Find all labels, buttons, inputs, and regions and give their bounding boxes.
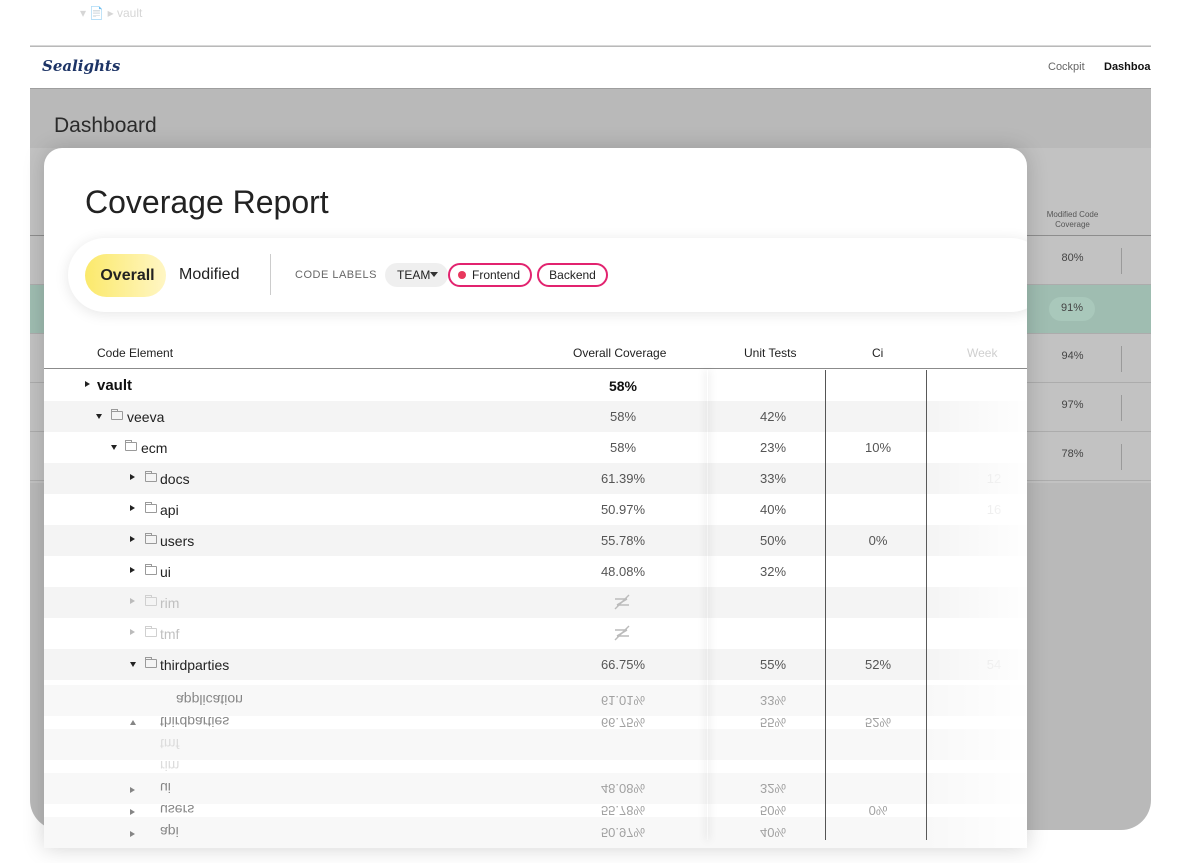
team-dropdown-label: TEAM [397, 268, 431, 282]
right-fade-overlay [924, 370, 1027, 848]
table-row-thirdparties[interactable]: thirdparties 66.75% 55% 52% 54 [44, 649, 1027, 680]
folder-icon [111, 409, 123, 420]
ghost-breadcrumb: ▾ 📄 ▸ vault [80, 6, 143, 20]
coverage-report-card: Coverage Report Overall Modified CODE LA… [44, 148, 1027, 848]
folder-icon [145, 657, 157, 668]
no-coverage-icon [614, 594, 630, 610]
table-row-tmf[interactable]: tmf [44, 618, 1027, 649]
sealights-logo[interactable]: Sealights [42, 57, 120, 75]
table-reflection: api 50.97% 40% users 55.78% 50% 0% ui 48… [44, 677, 1027, 848]
column-separator [825, 370, 826, 840]
expand-arrow-icon[interactable] [130, 567, 135, 573]
folder-icon [145, 595, 157, 606]
collapse-arrow-icon[interactable] [96, 414, 102, 419]
folder-icon [145, 533, 157, 544]
table-row-ecm[interactable]: ecm 58% 23% 10% [44, 432, 1027, 463]
top-faded-bar: ▾ 📄 ▸ vault [30, 0, 1151, 46]
folder-icon [145, 471, 157, 482]
nav-dashboard[interactable]: Dashboard [1104, 61, 1151, 73]
table-row-users[interactable]: users 55.78% 50% 0% [44, 525, 1027, 556]
col-header-overall-coverage[interactable]: Overall Coverage [573, 346, 666, 360]
table-row-api[interactable]: api 50.97% 40% 16 [44, 494, 1027, 525]
overall-toggle[interactable]: Overall [85, 254, 166, 297]
expand-arrow-icon[interactable] [130, 536, 135, 542]
team-dropdown[interactable]: TEAM [385, 263, 448, 287]
caret-down-icon [430, 272, 438, 277]
col-header-week[interactable]: Week [967, 346, 997, 360]
page-title: Dashboard [54, 114, 157, 137]
folder-icon [125, 440, 137, 451]
table-row-ui[interactable]: ui 48.08% 32% [44, 556, 1027, 587]
expand-arrow-icon[interactable] [130, 598, 135, 604]
top-navbar: Sealights Cockpit Dashboard [30, 47, 1151, 89]
backend-chip-label: Backend [549, 268, 596, 282]
expand-arrow-icon[interactable] [85, 381, 90, 387]
modified-coverage-header: Modified Code Coverage [1046, 210, 1099, 229]
reflected-row: application 61.01% 33% [44, 685, 1027, 716]
filter-bar: Overall Modified CODE LABELS TEAM Fronte… [68, 238, 1027, 312]
header-divider [44, 368, 1027, 369]
collapse-arrow-icon[interactable] [111, 445, 117, 450]
table-row-veeva[interactable]: veeva 58% 42% [44, 401, 1027, 432]
collapse-arrow-icon[interactable] [130, 662, 136, 667]
col-header-unit-tests[interactable]: Unit Tests [744, 346, 796, 360]
frontend-chip[interactable]: Frontend [448, 263, 532, 287]
col-header-code-element[interactable]: Code Element [97, 346, 173, 360]
backend-chip[interactable]: Backend [537, 263, 608, 287]
status-dot-icon [458, 271, 466, 279]
table-row-rim[interactable]: rim [44, 587, 1027, 618]
nav-cockpit[interactable]: Cockpit [1048, 61, 1085, 73]
folder-icon [145, 564, 157, 575]
expand-arrow-icon[interactable] [130, 474, 135, 480]
table-row-docs[interactable]: docs 61.39% 33% 12 [44, 463, 1027, 494]
expand-arrow-icon[interactable] [130, 505, 135, 511]
table-row-vault[interactable]: vault 58% [44, 370, 1027, 401]
frozen-column-shadow [707, 370, 708, 840]
report-title: Coverage Report [85, 184, 329, 220]
no-coverage-icon [614, 625, 630, 641]
col-header-ci[interactable]: Ci [872, 346, 883, 360]
folder-icon [145, 502, 157, 513]
modified-toggle[interactable]: Modified [179, 266, 239, 284]
code-labels-label: CODE LABELS [295, 269, 377, 281]
frontend-chip-label: Frontend [472, 268, 521, 282]
expand-arrow-icon[interactable] [130, 629, 135, 635]
folder-icon [145, 626, 157, 637]
divider [270, 254, 271, 295]
